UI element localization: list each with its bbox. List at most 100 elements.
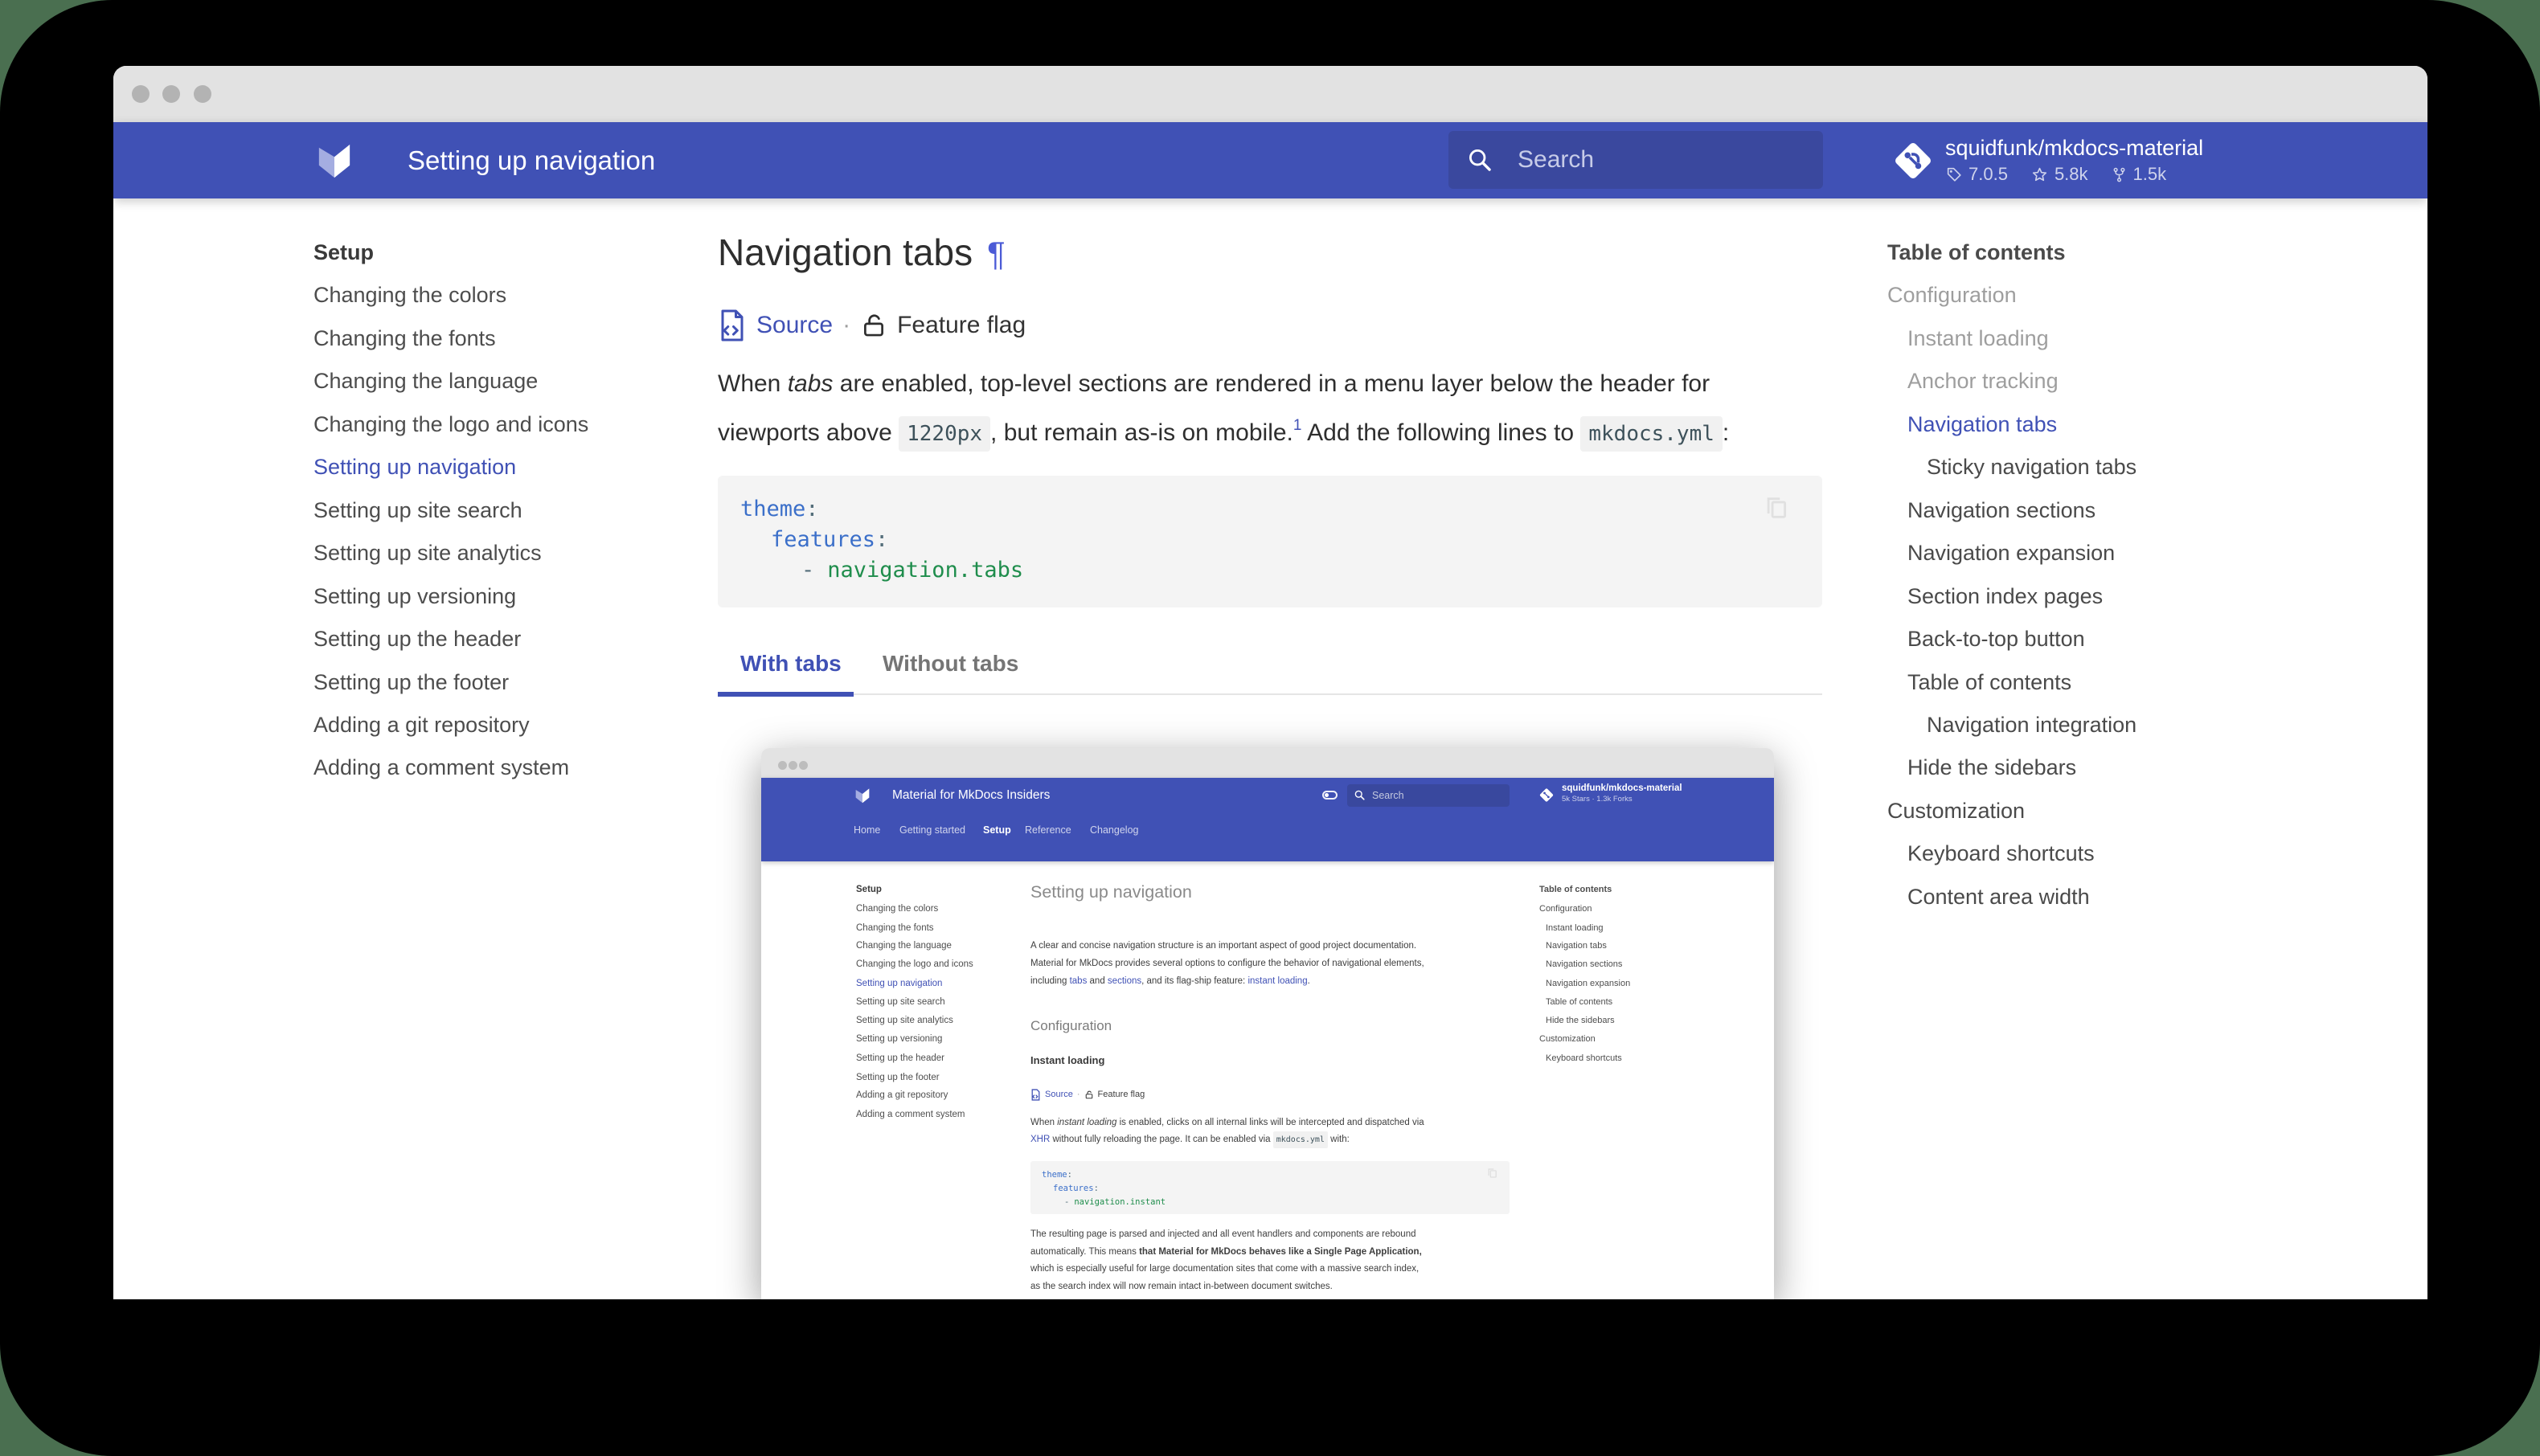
toc-item-keyboard-shortcuts[interactable]: Keyboard shortcuts [1907,836,2095,871]
mkdocs-logo-icon [316,142,353,181]
embed-toc-item: Navigation sections [1546,957,1622,971]
embed-toc-item: Customization [1539,1032,1596,1046]
sidebar-item-setting-up-the-header[interactable]: Setting up the header [313,621,521,656]
embed-link-xhr: XHR [1030,1135,1050,1144]
embed-paragraph: The resulting page is parsed and injecte… [1030,1226,1513,1295]
toc-item-table-of-contents[interactable]: Table of contents [1907,665,2071,700]
embed-link-instant-loading: instant loading [1247,976,1307,986]
toc-item-configuration[interactable]: Configuration [1887,277,2017,313]
search-placeholder: Search [1518,131,1594,189]
embed-nav-getting-started: Getting started [899,818,965,842]
code-line: features: [718,525,1822,555]
embed-heading-configuration: Configuration [1030,1018,1112,1034]
toc-item-hide-the-sidebars[interactable]: Hide the sidebars [1907,750,2076,785]
sidebar-item-changing-the-logo-and-icons[interactable]: Changing the logo and icons [313,407,588,442]
embed-toc-item: Navigation tabs [1546,939,1607,953]
search-input[interactable]: Search [1448,131,1823,189]
embed-article-meta: Source · Feature flag [1030,1086,1145,1103]
sidebar-item-changing-the-fonts[interactable]: Changing the fonts [313,321,496,356]
active-tab-indicator [718,692,854,697]
meta-separator: · [1077,1090,1080,1099]
embed-source-link: Source [1045,1090,1073,1099]
toc-item-navigation-integration[interactable]: Navigation integration [1927,707,2136,742]
embed-repo-name: squidfunk/mkdocs-material [1562,783,1682,794]
search-icon [1354,789,1366,801]
code-block: theme: features: -navigation.tabs [718,476,1822,607]
article-paragraph: When tabs are enabled, top-level section… [718,362,1843,455]
embed-article-heading: Setting up navigation [1030,882,1192,902]
embed-mkdocs-logo-icon [854,787,871,804]
toc-item-content-area-width[interactable]: Content area width [1907,879,2090,914]
embed-nav-reference: Reference [1025,818,1071,842]
toc-item-back-to-top-button[interactable]: Back-to-top button [1907,621,2085,656]
sidebar-item-setting-up-site-analytics[interactable]: Setting up site analytics [313,535,542,571]
embed-sidebar-item: Setting up the footer [856,1070,940,1085]
embed-sidebar-item: Changing the fonts [856,921,934,935]
embed-site-title: Material for MkDocs Insiders [892,778,1050,813]
repo-version: 7.0.5 [1968,164,2008,185]
sidebar-item-adding-a-git-repository[interactable]: Adding a git repository [313,707,530,742]
source-icon [718,309,747,342]
toc-item-navigation-tabs[interactable]: Navigation tabs [1907,407,2057,442]
toggle-icon [1322,791,1338,800]
repo-stars: 5.8k [2055,164,2088,185]
toc-item-sticky-navigation-tabs[interactable]: Sticky navigation tabs [1927,449,2136,485]
source-icon [1030,1089,1041,1101]
source-link[interactable]: Source [756,312,833,339]
toc-item-customization[interactable]: Customization [1887,793,2025,828]
embed-heading-instant-loading: Instant loading [1030,1054,1104,1066]
tab-with-tabs[interactable]: With tabs [740,646,842,681]
embed-toc-item: Table of contents [1546,995,1612,1009]
window-close-button[interactable] [132,85,150,103]
toc-item-navigation-sections[interactable]: Navigation sections [1907,493,2096,528]
sidebar-item-changing-the-language[interactable]: Changing the language [313,363,538,399]
window-zoom-button[interactable] [194,85,211,103]
embed-link-sections: sections [1108,976,1141,986]
repo-link[interactable]: squidfunk/mkdocs-material 7.0.5 5.8k [1889,133,2339,190]
embed-window-dot [778,761,787,770]
repo-facts: 7.0.5 5.8k 1.5k [1945,164,2166,185]
embed-nav-changelog: Changelog [1090,818,1138,842]
embed-code-block: theme: features: -navigation.instant [1030,1161,1510,1214]
tab-without-tabs[interactable]: Without tabs [883,646,1018,681]
embed-toc-item: Instant loading [1546,921,1604,935]
article-heading: Navigation tabs ¶ [718,231,1006,274]
footnote-link[interactable]: 1 [1293,417,1302,434]
embed-sidebar-item: Adding a comment system [856,1107,965,1122]
heading-anchor-link[interactable]: ¶ [987,235,1006,272]
paragraph-line: When tabs are enabled, top-level section… [718,362,1843,406]
lock-open-icon [1084,1090,1094,1100]
page-title: Setting up navigation [408,122,655,198]
repo-name: squidfunk/mkdocs-material [1945,135,2203,161]
copy-button [1486,1167,1498,1180]
embed-toc-item: Configuration [1539,902,1592,916]
search-icon [1466,146,1493,174]
toc-item-instant-loading[interactable]: Instant loading [1907,321,2049,356]
sidebar-item-setting-up-versioning[interactable]: Setting up versioning [313,579,516,614]
copy-button[interactable] [1763,493,1790,522]
embed-toc-item: Navigation expansion [1546,976,1630,991]
sidebar-section-title: Setup [313,235,374,270]
window-titlebar [113,66,2427,122]
sidebar-item-setting-up-site-search[interactable]: Setting up site search [313,493,522,528]
code-chip: mkdocs.yml [1273,1131,1328,1148]
meta-separator: · [842,312,850,339]
tag-icon [1945,166,1963,183]
lock-open-icon [860,311,887,340]
toc-item-anchor-tracking[interactable]: Anchor tracking [1907,363,2059,399]
embed-titlebar [761,748,1774,778]
embed-sidebar-item: Changing the logo and icons [856,957,973,971]
toc-item-navigation-expansion[interactable]: Navigation expansion [1907,535,2115,571]
sidebar-item-setting-up-the-footer[interactable]: Setting up the footer [313,665,509,700]
fork-icon [2111,166,2128,184]
article-heading-text: Navigation tabs [718,231,973,273]
sidebar-item-setting-up-navigation[interactable]: Setting up navigation [313,449,516,485]
toc-item-section-index-pages[interactable]: Section index pages [1907,579,2103,614]
sidebar-item-adding-a-comment-system[interactable]: Adding a comment system [313,750,569,785]
sidebar-item-changing-the-colors[interactable]: Changing the colors [313,277,506,313]
code-chip: mkdocs.yml [1580,416,1723,452]
window-minimize-button[interactable] [162,85,180,103]
embed-feature-flag-label: Feature flag [1098,1090,1145,1099]
embed-sidebar-item: Setting up site analytics [856,1013,953,1028]
embed-sidebar-title: Setup [856,882,882,897]
